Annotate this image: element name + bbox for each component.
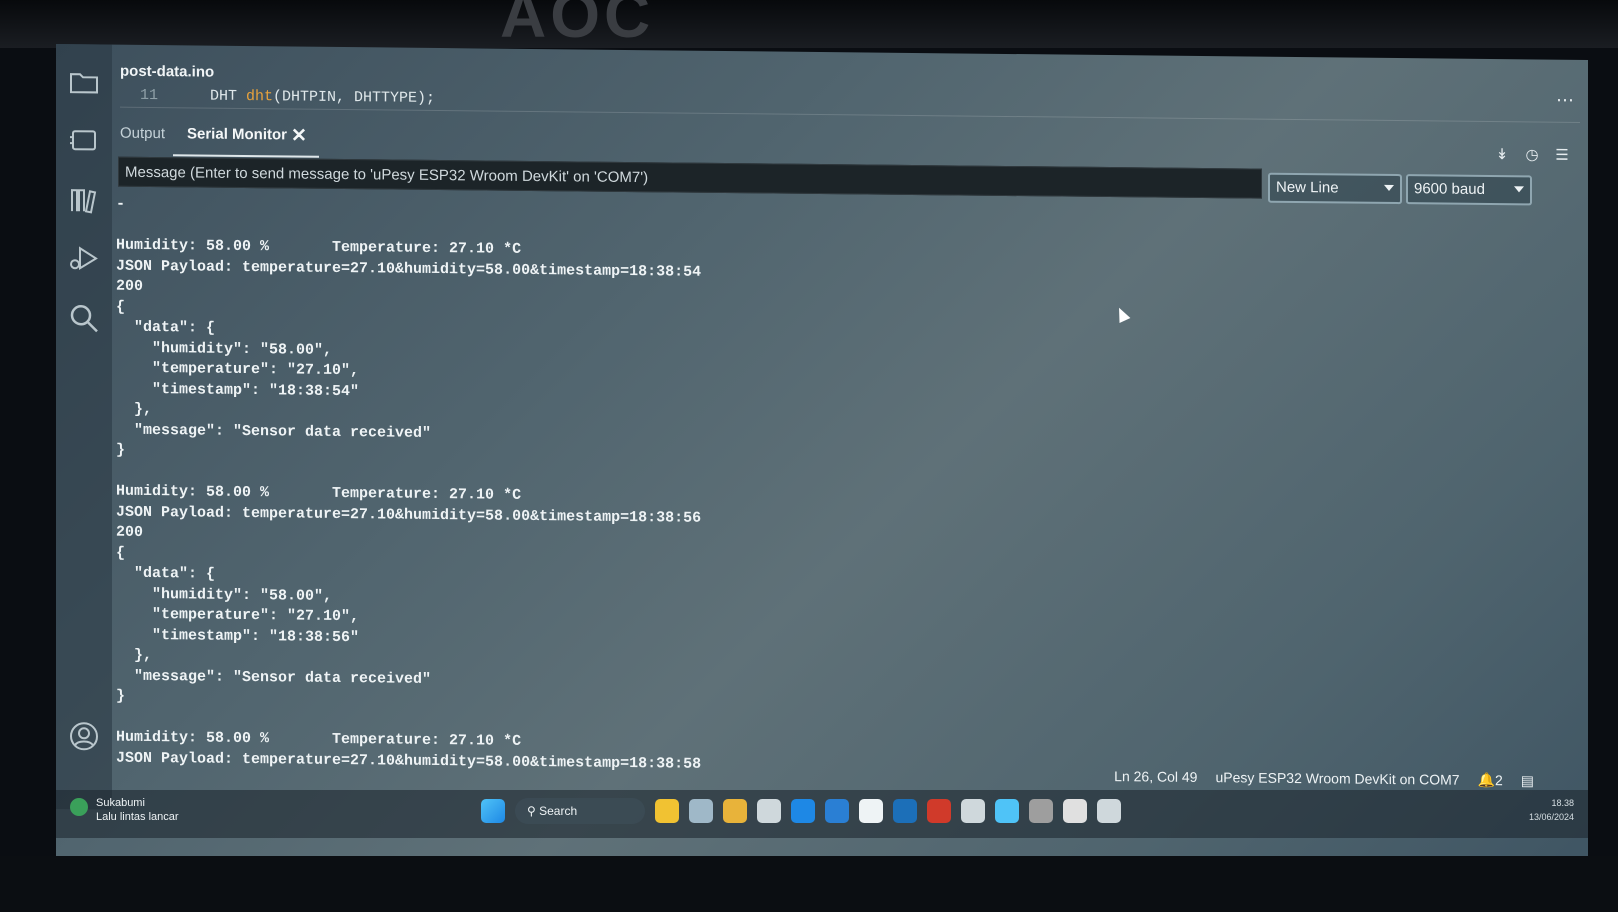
notification-count: 2 — [1494, 771, 1503, 788]
tab-serial-monitor[interactable]: Serial Monitor ✕ — [187, 125, 307, 146]
bell-icon: 🔔 — [1477, 771, 1495, 788]
weather-widget[interactable]: Sukabumi Lalu lintas lancar — [70, 796, 179, 824]
taskbar-app-icon[interactable] — [927, 799, 951, 823]
code-text: DHT — [210, 87, 247, 105]
weather-status: Lalu lintas lancar — [96, 811, 179, 823]
taskbar-app-icon[interactable] — [689, 799, 713, 823]
account-icon[interactable] — [68, 720, 100, 752]
library-manager-icon[interactable] — [68, 184, 100, 216]
serial-toolbar: ↡ ◷ ☰ — [1492, 145, 1572, 166]
taskbar-app-icon[interactable] — [995, 799, 1019, 823]
serial-output[interactable]: - Humidity: 58.00 % Temperature: 27.10 *… — [116, 195, 1576, 810]
line-number: 11 — [140, 86, 159, 105]
taskbar-search-label: Search — [539, 804, 578, 818]
taskbar-app-icon[interactable] — [1029, 799, 1053, 823]
windows-taskbar: Sukabumi Lalu lintas lancar ⚲ Search 18.… — [56, 790, 1588, 838]
taskbar-app-icon[interactable] — [961, 799, 985, 823]
cursor-position[interactable]: Ln 26, Col 49 — [1114, 768, 1197, 785]
clock-date: 13/06/2024 — [1528, 812, 1574, 822]
monitor-bezel-top: AOC — [0, 0, 1618, 51]
search-icon[interactable] — [68, 302, 100, 334]
serial-message-input[interactable] — [118, 156, 1262, 199]
baud-rate-value: 9600 baud — [1414, 180, 1485, 198]
monitor-brand-logo: AOC — [500, 0, 655, 51]
weather-location: Sukabumi — [96, 797, 145, 809]
taskbar-app-icon[interactable] — [723, 799, 747, 823]
screen: post-data.ino ⋯ 11 DHT dht(DHTPIN, DHTTYP… — [56, 44, 1588, 873]
chevron-down-icon — [1514, 186, 1524, 193]
toggle-panel-icon[interactable]: ▤ — [1521, 772, 1534, 789]
line-ending-value: New Line — [1276, 178, 1339, 197]
taskbar-app-icon[interactable] — [893, 799, 917, 823]
search-icon: ⚲ — [527, 804, 540, 818]
folder-icon[interactable] — [68, 66, 100, 98]
code-text-args: (DHTPIN, DHTTYPE); — [273, 88, 436, 107]
baud-rate-select[interactable]: 9600 baud — [1406, 174, 1532, 206]
editor-tab-post-data[interactable]: post-data.ino — [120, 63, 214, 81]
debug-icon[interactable] — [68, 242, 100, 274]
taskbar-app-icon[interactable] — [757, 799, 781, 823]
tab-output[interactable]: Output — [120, 125, 165, 142]
code-line[interactable]: 11 DHT dht(DHTPIN, DHTTYPE); — [120, 86, 1580, 123]
monitor-bezel-bottom — [0, 856, 1618, 912]
taskbar-search[interactable]: ⚲ Search — [515, 798, 645, 824]
taskbar-app-icon[interactable] — [655, 799, 679, 823]
windows-start-icon[interactable] — [481, 799, 505, 823]
line-ending-select[interactable]: New Line — [1268, 172, 1402, 205]
timestamp-clock-icon[interactable]: ◷ — [1522, 145, 1542, 165]
clear-output-icon[interactable]: ☰ — [1552, 146, 1572, 166]
clock-time: 18.38 — [1551, 798, 1574, 808]
close-icon[interactable]: ✕ — [291, 124, 307, 147]
code-function-name: dht — [246, 87, 274, 106]
board-port-status[interactable]: uPesy ESP32 Wroom DevKit on COM7 — [1215, 769, 1459, 788]
taskbar-app-icon[interactable] — [859, 799, 883, 823]
board-manager-icon[interactable] — [68, 124, 100, 156]
taskbar-app-icon[interactable] — [791, 799, 815, 823]
tab-serial-monitor-label: Serial Monitor — [187, 125, 288, 144]
weather-icon — [70, 798, 88, 816]
taskbar-apps: ⚲ Search — [481, 798, 1121, 824]
activity-bar — [56, 44, 112, 810]
taskbar-app-icon[interactable] — [825, 799, 849, 823]
taskbar-app-icon[interactable] — [1063, 799, 1087, 823]
system-clock[interactable]: 18.38 13/06/2024 — [1529, 796, 1574, 824]
taskbar-app-icon[interactable] — [1097, 799, 1121, 823]
chevron-down-icon — [1384, 184, 1394, 192]
notifications[interactable]: 🔔2 — [1478, 771, 1503, 788]
autoscroll-icon[interactable]: ↡ — [1492, 145, 1512, 165]
